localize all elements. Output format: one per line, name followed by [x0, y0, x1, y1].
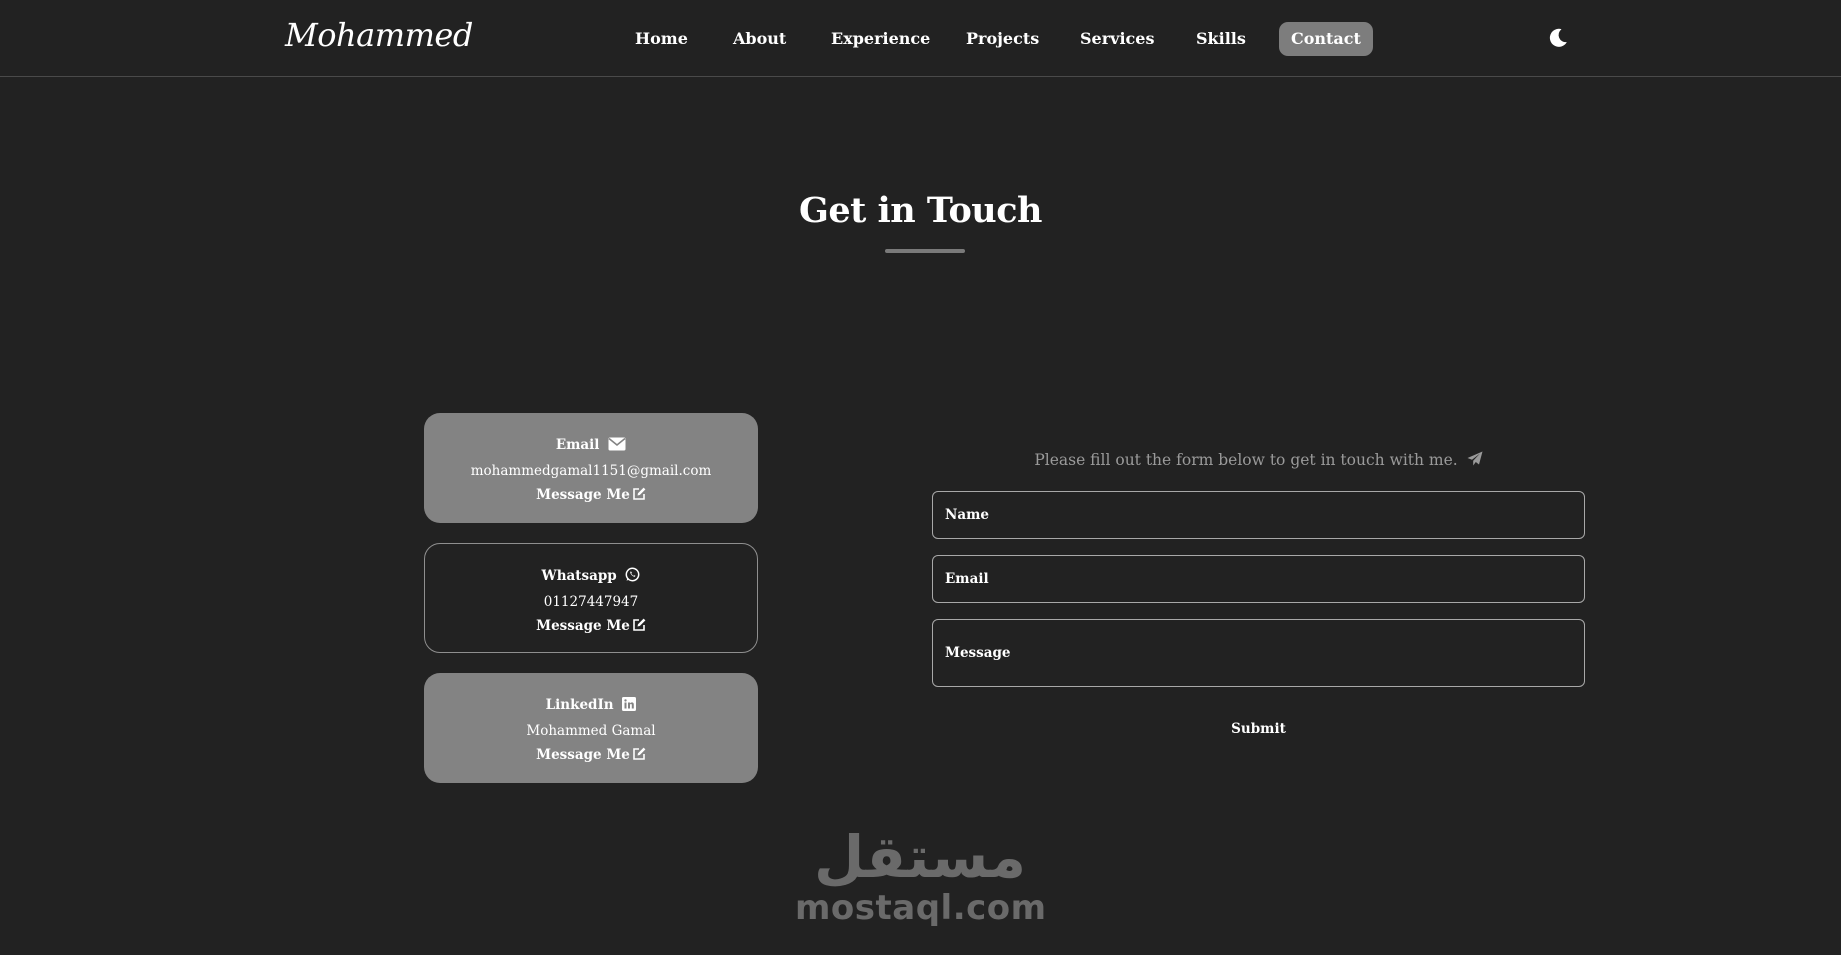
- submit-button[interactable]: Submit: [932, 716, 1585, 742]
- card-label: Whatsapp: [541, 568, 617, 584]
- paper-plane-icon: [1467, 451, 1483, 471]
- nav-link-projects[interactable]: Projects: [966, 22, 1039, 56]
- envelope-icon: [608, 435, 626, 459]
- watermark-arabic: مستقل: [813, 823, 1027, 891]
- contact-card-email: Email mohammedgamal1151@gmail.com Messag…: [424, 413, 758, 523]
- form-intro: Please fill out the form below to get in…: [932, 451, 1585, 471]
- card-heading: Email: [424, 433, 758, 459]
- page-title: Get in Touch: [798, 190, 1043, 231]
- email-address: mohammedgamal1151@gmail.com: [470, 463, 712, 479]
- linkedin-name: Mohammed Gamal: [526, 723, 656, 739]
- card-heading: Whatsapp: [425, 564, 757, 590]
- message-me-link-linkedin[interactable]: Message Me: [424, 743, 758, 769]
- message-me-label: Message Me: [536, 487, 630, 503]
- card-label: LinkedIn: [545, 697, 614, 713]
- linkedin-icon: [622, 695, 637, 719]
- contact-card-linkedin: LinkedIn Mohammed Gamal Message Me: [424, 673, 758, 783]
- whatsapp-icon: [625, 566, 640, 590]
- nav-link-skills[interactable]: Skills: [1196, 22, 1246, 56]
- message-me-link-email[interactable]: Message Me: [424, 483, 758, 509]
- message-field[interactable]: [932, 619, 1585, 687]
- watermark-latin: mostaql.com: [795, 888, 1047, 928]
- title-underline: [885, 249, 965, 253]
- moon-icon[interactable]: [1546, 26, 1570, 50]
- navbar: Mohammed Home About Experience Projects …: [0, 0, 1841, 77]
- edit-icon: [632, 616, 646, 640]
- nav-link-about[interactable]: About: [733, 22, 786, 56]
- nav-link-experience[interactable]: Experience: [831, 22, 930, 56]
- nav-link-home[interactable]: Home: [635, 22, 688, 56]
- whatsapp-number: 01127447947: [543, 594, 639, 610]
- mostaql-watermark: مستقل mostaql.com: [795, 823, 1047, 928]
- card-label: Email: [555, 437, 600, 453]
- nav-link-contact[interactable]: Contact: [1279, 22, 1373, 56]
- nav-link-services[interactable]: Services: [1080, 22, 1154, 56]
- logo[interactable]: Mohammed: [285, 16, 473, 54]
- form-intro-text: Please fill out the form below to get in…: [1034, 451, 1458, 469]
- edit-icon: [632, 485, 646, 509]
- name-field[interactable]: [932, 491, 1585, 539]
- message-me-link-whatsapp[interactable]: Message Me: [425, 614, 757, 640]
- message-me-label: Message Me: [536, 618, 630, 634]
- message-me-label: Message Me: [536, 747, 630, 763]
- email-field[interactable]: [932, 555, 1585, 603]
- edit-icon: [632, 745, 646, 769]
- card-heading: LinkedIn: [424, 693, 758, 719]
- contact-card-whatsapp: Whatsapp 01127447947 Message Me: [424, 543, 758, 653]
